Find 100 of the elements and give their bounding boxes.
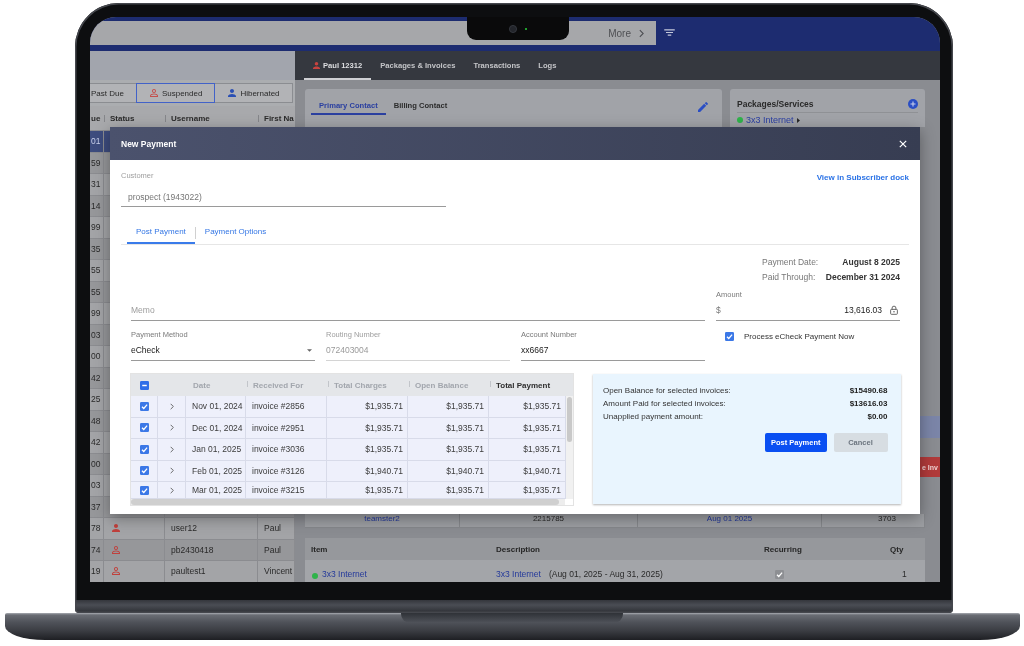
column-header: Qty [890,544,904,554]
checkbox[interactable] [140,380,149,390]
date-value: August 8 2025 [842,256,900,267]
table-cell: $1,935.71 [365,485,403,495]
checkbox[interactable] [725,332,734,341]
column-header: ue [91,113,101,123]
tab[interactable]: Post Payment [127,224,195,244]
card-title: Packages/Services [737,98,814,109]
memo-field[interactable]: Memo [131,299,705,321]
checkbox[interactable] [139,444,149,454]
table-cell: $1,935.71 [365,401,403,412]
amount-field[interactable]: $ 13,616.03 [716,299,900,321]
table-cell: $1,935.71 [365,422,403,433]
filter-chip[interactable]: Past Due [90,83,137,103]
filter-chip[interactable]: Hibernated [214,83,293,103]
column-header: Open Balance [415,380,469,390]
person-icon [112,567,120,576]
column-header: Username [171,113,210,123]
person-icon [112,545,120,554]
filter-icon [664,29,675,36]
table-cell: $1,935.71 [523,401,561,412]
table-cell: 35 [91,243,101,254]
table-cell: 59 [91,157,101,168]
checkbox[interactable] [775,570,784,579]
table-cell: Nov 01, 2024 [192,401,243,412]
indicator-light-icon [525,27,527,30]
horizontal-scrollbar[interactable] [131,499,573,505]
description-link[interactable]: 3x3 Internet [496,569,541,579]
more-button[interactable]: More [608,27,644,39]
expand-button[interactable] [169,467,174,475]
table-cell: 78 [91,523,101,534]
table-cell: 00 [91,351,101,362]
pencil-icon [698,102,708,112]
table-cell: Vincent [264,566,293,577]
table-cell: Paul [264,544,281,555]
checkbox-label: Process eCheck Payment Now [744,332,855,341]
checkbox[interactable] [139,401,149,411]
caret-right-icon [796,117,800,123]
column-header: Date [193,380,211,390]
expand-button[interactable] [169,445,174,453]
table-row[interactable]: 78 user12 Paul [90,518,295,540]
table-cell: $1,935.71 [446,401,484,412]
close-button[interactable] [899,139,907,148]
table-cell: $1,935.71 [365,444,403,455]
table-link[interactable]: teamster2 [364,514,400,523]
add-button[interactable] [908,98,918,109]
table-cell: $1,935.71 [523,485,561,495]
payment-method-select[interactable]: eCheck [131,340,315,361]
table-cell: 01 [91,136,101,147]
summary-value: $15490.68 [849,385,888,395]
column-header: First Na [264,113,294,123]
table-cell: 99 [91,308,101,319]
person-icon [149,89,158,97]
expand-button[interactable] [169,486,174,494]
expand-button[interactable] [169,424,174,432]
column-header: Total Charges [334,380,387,390]
summary-value: $0.00 [867,412,888,422]
table-cell: $1,940.71 [365,465,403,476]
table-cell: $1,935.71 [523,422,561,433]
table-cell: $1,935.71 [446,485,484,495]
table-cell: 14 [91,200,101,211]
caret-down-icon [307,348,312,352]
table-cell: Paul [264,523,281,534]
vertical-scrollbar[interactable] [566,396,573,499]
table-cell: 48 [91,415,101,426]
checkbox[interactable] [139,423,149,433]
table-cell: 03 [91,480,101,491]
header-strip [920,416,940,438]
amount-value: 13,616.03 [844,304,882,315]
table-cell: invoice #3036 [252,444,305,455]
tab[interactable]: Payment Options [195,224,276,244]
expand-button[interactable] [169,402,174,410]
edit-button[interactable] [698,102,708,112]
plus-circle-icon [908,98,918,109]
table-cell: Mar 01, 2025 [192,485,243,495]
filter-chip[interactable]: Suspended [135,83,216,103]
table-link[interactable]: Aug 01 2025 [706,514,753,523]
chevron-right-icon [639,28,644,38]
table-row[interactable]: 19 paultest1 Vincent [90,561,295,582]
subscriber-link[interactable]: View in Subscriber dock [816,173,909,182]
checkbox[interactable] [139,485,149,495]
currency-prefix: $ [716,304,722,315]
table-cell: $1,940.71 [523,465,561,476]
summary-label: Unapplied payment amount: [603,412,704,422]
date-value: December 31 2024 [825,271,900,282]
checkbox[interactable] [139,466,149,476]
column-header: Total Payment [496,380,551,390]
table-cell: invoice #3126 [252,465,305,476]
chevron-right-icon [169,402,174,410]
package-link[interactable]: 3x3 Internet [746,115,794,125]
summary-value: $13616.03 [849,399,888,409]
item-link[interactable]: 3x3 Internet [322,569,367,579]
summary-label: Amount Paid for selected invoices: [603,399,726,409]
table-cell: 1 [902,569,907,579]
person-icon [228,89,237,97]
table-row[interactable]: 74 pb2430418 Paul [90,539,295,561]
account-number-field[interactable]: xx6667 [521,340,705,361]
table-cell: 42 [91,437,101,448]
table-cell: $1,935.71 [446,444,484,455]
filter-button[interactable] [664,29,675,36]
